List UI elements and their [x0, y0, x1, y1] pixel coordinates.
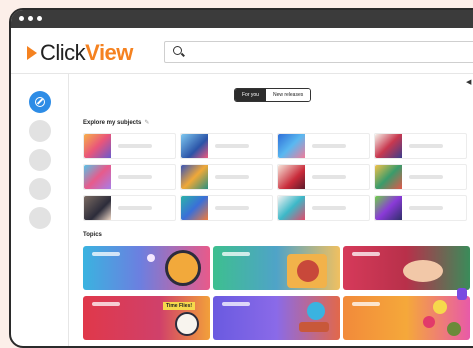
placeholder-line: [92, 302, 120, 306]
subject-thumbnail: [181, 134, 208, 158]
subject-card[interactable]: [83, 195, 176, 221]
subject-card[interactable]: [277, 195, 370, 221]
topic-illustration: [297, 260, 319, 282]
search-bar[interactable]: [164, 41, 473, 63]
topic-card[interactable]: [213, 246, 340, 290]
subject-card[interactable]: [83, 164, 176, 190]
placeholder-line: [92, 252, 120, 256]
header: Click View: [11, 28, 473, 74]
window-dot-icon[interactable]: [28, 16, 33, 21]
sidebar-item-explore[interactable]: [29, 91, 51, 113]
subject-thumbnail: [375, 196, 402, 220]
section-heading: Topics: [83, 232, 102, 238]
subject-card[interactable]: [277, 164, 370, 190]
sidebar-item[interactable]: [29, 178, 51, 200]
window-dot-icon[interactable]: [19, 16, 24, 21]
placeholder-line: [312, 144, 346, 148]
subject-card[interactable]: [277, 133, 370, 159]
side-accent-tab: [457, 288, 467, 300]
tab-for-you[interactable]: For you: [235, 89, 266, 101]
section-heading: Explore my subjects ✎: [83, 119, 149, 126]
placeholder-line: [312, 206, 346, 210]
search-icon[interactable]: [173, 46, 182, 55]
topic-card[interactable]: [213, 296, 340, 340]
globe-icon: [307, 302, 325, 320]
topic-card[interactable]: [343, 296, 470, 340]
topics-title: Topics: [83, 232, 102, 238]
subject-thumbnail: [181, 196, 208, 220]
time-flies-label: Time Flies!: [163, 302, 196, 310]
clock-icon: [175, 312, 199, 336]
search-input[interactable]: [187, 45, 473, 59]
placeholder-line: [118, 144, 152, 148]
compass-icon: [35, 97, 45, 107]
placeholder-line: [222, 302, 250, 306]
subject-thumbnail: [375, 165, 402, 189]
topic-illustration: [403, 260, 443, 282]
subject-card[interactable]: [180, 133, 273, 159]
placeholder-line: [215, 144, 249, 148]
placeholder-line: [352, 252, 380, 256]
placeholder-line: [312, 175, 346, 179]
subject-card[interactable]: [374, 133, 467, 159]
placeholder-line: [409, 144, 443, 148]
feed-toggle: For you New releases: [234, 88, 312, 102]
subject-thumbnail: [278, 196, 305, 220]
arrow-icon[interactable]: ◀: [466, 78, 471, 86]
sidebar-item[interactable]: [29, 149, 51, 171]
topic-card[interactable]: [83, 246, 210, 290]
placeholder-line: [215, 175, 249, 179]
topic-card[interactable]: [343, 246, 470, 290]
subjects-title: Explore my subjects: [83, 120, 142, 126]
subject-thumbnail: [84, 134, 111, 158]
placeholder-line: [118, 175, 152, 179]
subject-thumbnail: [84, 165, 111, 189]
subject-thumbnail: [84, 196, 111, 220]
topic-illustration: [447, 322, 461, 336]
placeholder-line: [118, 206, 152, 210]
subject-thumbnail: [278, 134, 305, 158]
pencil-icon[interactable]: ✎: [144, 119, 149, 126]
subject-thumbnail: [375, 134, 402, 158]
play-icon: [27, 46, 37, 60]
subject-card[interactable]: [374, 164, 467, 190]
tab-new-releases[interactable]: New releases: [265, 89, 311, 101]
window-dot-icon[interactable]: [37, 16, 42, 21]
subject-card[interactable]: [180, 195, 273, 221]
placeholder-line: [352, 302, 380, 306]
sidebar-item[interactable]: [29, 120, 51, 142]
topic-illustration: [165, 250, 201, 286]
placeholder-line: [215, 206, 249, 210]
topic-illustration: [299, 322, 329, 332]
topic-illustration: [433, 300, 447, 314]
topic-illustration: [147, 254, 155, 262]
placeholder-line: [409, 206, 443, 210]
main-content: For you New releases ◀ Explore my subjec…: [69, 74, 473, 346]
logo-text: Click: [40, 40, 86, 65]
sidebar: [11, 74, 69, 346]
clickview-logo[interactable]: Click View: [27, 40, 133, 66]
topic-card[interactable]: Time Flies!: [83, 296, 210, 340]
title-bar: [11, 10, 473, 28]
subject-card[interactable]: [180, 164, 273, 190]
app-window: Click View For you New releases ◀ Explore…: [9, 8, 473, 348]
placeholder-line: [222, 252, 250, 256]
subject-thumbnail: [278, 165, 305, 189]
subject-thumbnail: [181, 165, 208, 189]
subject-card[interactable]: [83, 133, 176, 159]
logo-text-accent: View: [85, 40, 133, 65]
placeholder-line: [409, 175, 443, 179]
subject-card[interactable]: [374, 195, 467, 221]
topic-illustration: [423, 316, 435, 328]
sidebar-item[interactable]: [29, 207, 51, 229]
